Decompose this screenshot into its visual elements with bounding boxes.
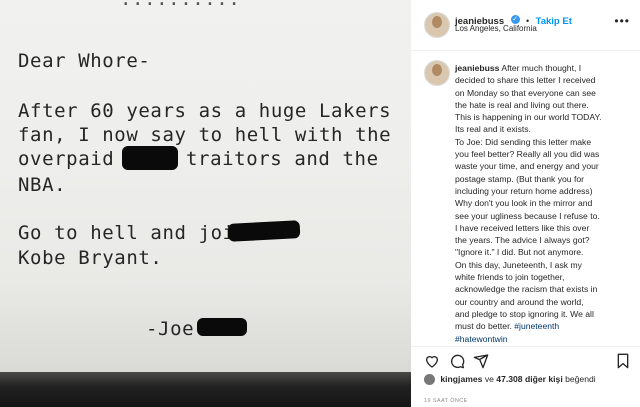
liker-username[interactable]: kingjames bbox=[440, 374, 482, 384]
heart-icon[interactable] bbox=[424, 353, 440, 369]
caption-area: jeaniebuss After much thought, I decided… bbox=[424, 58, 636, 345]
letter-line: NBA. bbox=[18, 174, 67, 196]
letter-line: overpaid n bbox=[18, 148, 139, 170]
letter-signature: -Joe bbox=[146, 318, 195, 340]
redaction-mark bbox=[197, 318, 247, 336]
redaction-mark bbox=[122, 146, 178, 170]
caption-avatar[interactable] bbox=[424, 60, 450, 86]
caption-line: After much thought, I bbox=[501, 63, 582, 73]
comment-icon[interactable] bbox=[449, 353, 465, 369]
hashtag-link[interactable]: #hatewontwin bbox=[455, 334, 508, 344]
photo-background bbox=[0, 372, 411, 407]
caption-line: you feel better? Really all you did was bbox=[455, 149, 600, 160]
avatar[interactable] bbox=[424, 12, 450, 38]
caption-line: must do better. bbox=[455, 321, 512, 332]
caption-line: Its real and it exists. bbox=[455, 124, 531, 135]
caption-line: including your return home address) bbox=[455, 185, 593, 196]
caption-line: the hate is real and living out there. bbox=[455, 99, 589, 110]
post-photo[interactable]: .......... Dear Whore- After 60 years as… bbox=[0, 0, 411, 407]
bookmark-icon[interactable] bbox=[615, 353, 631, 369]
caption-line: decided to share this letter I received bbox=[455, 75, 596, 86]
letter-line: traitors and the bbox=[186, 148, 379, 170]
share-icon[interactable] bbox=[473, 353, 489, 369]
location-link[interactable]: Los Angeles, California bbox=[455, 24, 537, 33]
follow-button[interactable]: Takip Et bbox=[536, 16, 572, 27]
caption-username[interactable]: jeaniebuss bbox=[455, 63, 499, 73]
letter-line: Kobe Bryant. bbox=[18, 247, 163, 269]
post-header: jeaniebuss ✓ • Takip Et Los Angeles, Cal… bbox=[411, 0, 640, 51]
verified-badge-icon: ✓ bbox=[510, 15, 520, 25]
caption-line: This is happening in our world TODAY. bbox=[455, 112, 602, 123]
caption-line: postage stamp. (But thank you for bbox=[455, 173, 584, 184]
action-bar bbox=[411, 346, 640, 373]
letter-line: Go to hell and join bbox=[18, 222, 247, 244]
caption-line: "Ignore it." I did. But not anymore. bbox=[455, 247, 584, 258]
caption-line: see your ugliness because I refuse to. bbox=[455, 210, 600, 221]
more-options-icon[interactable]: ••• bbox=[614, 14, 630, 28]
post-sidebar: jeaniebuss ✓ • Takip Et Los Angeles, Cal… bbox=[411, 0, 640, 407]
post-timestamp: 19 SAAT ÖNCE bbox=[424, 398, 468, 404]
letter-line: fan, I now say to hell with the bbox=[18, 124, 392, 146]
caption-line: the years. The advice I always got? bbox=[455, 235, 590, 246]
caption-line: waste your time, and energy and your bbox=[455, 161, 599, 172]
caption-line: our country and around the world, bbox=[455, 296, 584, 307]
caption-line: On this day, Juneteenth, I ask my bbox=[455, 259, 582, 270]
redaction-mark bbox=[227, 220, 301, 242]
caption-text: jeaniebuss After much thought, I decided… bbox=[455, 62, 635, 345]
letter-greeting: Dear Whore- bbox=[18, 50, 151, 72]
liker-avatar[interactable] bbox=[424, 374, 435, 386]
caption-line: To Joe: Did sending this letter make bbox=[455, 136, 592, 147]
caption-line: Why don't you look in the mirror and bbox=[455, 198, 593, 209]
caption-line: I have received letters like this over bbox=[455, 222, 590, 233]
post-modal: .......... Dear Whore- After 60 years as… bbox=[0, 0, 640, 407]
cut-off-typed-line: .......... bbox=[0, 0, 411, 24]
likes-count[interactable]: 47.308 diğer kişi bbox=[496, 374, 562, 384]
caption-line: acknowledge the racism that exists in bbox=[455, 284, 598, 295]
likes-connector: ve bbox=[484, 374, 494, 384]
likes-suffix: beğendi bbox=[565, 374, 596, 384]
caption-line: on Monday so that everyone can see bbox=[455, 87, 596, 98]
caption-line: white friends to join together, bbox=[455, 272, 565, 283]
likes-summary: kingjames ve 47.308 diğer kişi beğendi bbox=[424, 374, 596, 386]
caption-line: and pledge to stop ignoring it. We all bbox=[455, 308, 594, 319]
hashtag-link[interactable]: #juneteenth bbox=[514, 321, 559, 331]
letter-line: After 60 years as a huge Lakers bbox=[18, 100, 392, 122]
